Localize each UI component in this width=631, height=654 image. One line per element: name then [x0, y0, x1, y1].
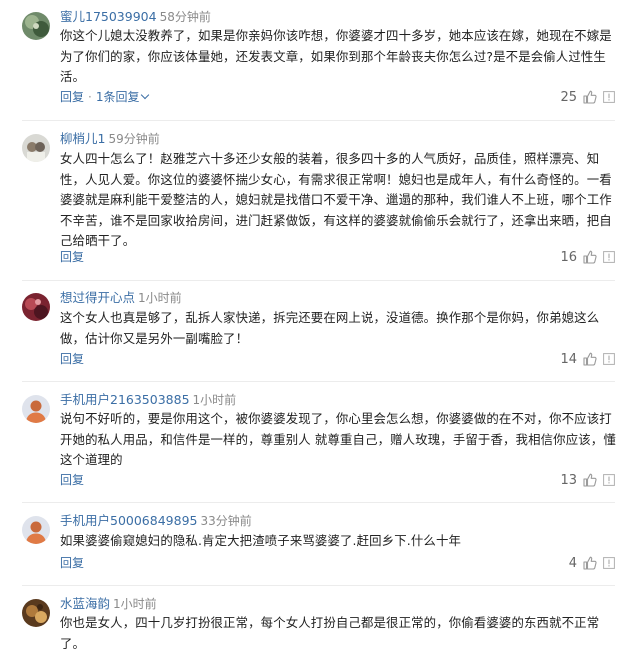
comment-tools: 13	[560, 471, 615, 489]
comment-time: 1小时前	[192, 393, 237, 407]
username-link[interactable]: 想过得开心点	[60, 290, 135, 305]
comment-text: 你也是女人，四十几岁打扮很正常，每个女人打扮自己都是很正常的，你偷看婆婆的东西就…	[60, 615, 600, 651]
divider	[22, 120, 615, 121]
like-count: 25	[560, 89, 577, 105]
comment-text: 你这个儿媳太没教养了，如果是你亲妈你该咋想，你婆婆才四十多岁，她本应该在嫁，她现…	[60, 28, 612, 84]
divider	[22, 280, 615, 281]
report-icon[interactable]	[603, 91, 615, 103]
reply-button[interactable]: 回复	[60, 352, 84, 366]
username-link[interactable]: 水蓝海韵	[60, 596, 110, 611]
comment-time: 33分钟前	[200, 514, 252, 528]
comment-meta: 手机用户2163503885 1小时前	[60, 391, 236, 409]
comment-actions: 回复	[60, 350, 84, 368]
report-icon[interactable]	[603, 474, 615, 486]
user-avatar[interactable]	[22, 599, 50, 627]
username-link[interactable]: 手机用户2163503885	[60, 392, 190, 407]
comment-meta: 蜜儿175039904 58分钟前	[60, 8, 211, 26]
comment-text: 女人四十怎么了！赵雅芝六十多还少女般的装着，很多四十多的人气质好，品质佳，照样漂…	[60, 151, 612, 248]
comment-meta: 水蓝海韵 1小时前	[60, 595, 157, 613]
comment-tools: 25	[560, 88, 615, 106]
comment-time: 1小时前	[113, 597, 157, 611]
comment-actions: 回复	[60, 248, 84, 266]
comment-time: 59分钟前	[108, 132, 160, 146]
comment-tools: 4	[569, 554, 615, 572]
report-icon[interactable]	[603, 251, 615, 263]
comment-actions: 回复 · 1条回复	[60, 88, 150, 106]
like-count: 13	[560, 472, 577, 488]
reply-button[interactable]: 回复	[60, 90, 84, 104]
user-avatar[interactable]	[22, 516, 50, 544]
username-link[interactable]: 手机用户50006849895	[60, 513, 197, 528]
like-count: 14	[560, 351, 577, 367]
comment-actions: 回复	[60, 471, 84, 489]
user-avatar[interactable]	[22, 293, 50, 321]
divider	[22, 502, 615, 503]
chevron-down-icon[interactable]	[141, 90, 150, 100]
username-link[interactable]: 柳梢儿1	[60, 131, 105, 146]
username-link[interactable]: 蜜儿175039904	[60, 9, 157, 24]
user-avatar[interactable]	[22, 395, 50, 423]
user-avatar[interactable]	[22, 12, 50, 40]
like-count: 4	[568, 555, 577, 571]
thumbs-up-icon[interactable]	[583, 556, 597, 570]
like-count: 16	[560, 249, 577, 265]
comment-meta: 想过得开心点 1小时前	[60, 289, 182, 307]
report-icon[interactable]	[603, 353, 615, 365]
reply-button[interactable]: 回复	[60, 556, 84, 570]
thumbs-up-icon[interactable]	[583, 90, 597, 104]
comment-text: 说句不好听的，要是你用这个，被你婆婆发现了，你心里会怎么想，你婆婆做的在不对，你…	[60, 411, 616, 467]
divider	[22, 585, 615, 586]
comment-actions: 回复	[60, 554, 84, 572]
reply-button[interactable]: 回复	[60, 473, 84, 487]
comment-meta: 手机用户50006849895 33分钟前	[60, 512, 252, 530]
report-icon[interactable]	[603, 557, 615, 569]
comment-time: 58分钟前	[159, 10, 211, 24]
comment-tools: 14	[560, 350, 615, 368]
separator-dot: ·	[88, 90, 92, 104]
reply-button[interactable]: 回复	[60, 250, 84, 264]
comment-meta: 柳梢儿1 59分钟前	[60, 130, 160, 148]
thumbs-up-icon[interactable]	[583, 250, 597, 264]
comment-tools: 16	[560, 248, 615, 266]
user-avatar[interactable]	[22, 134, 50, 162]
thumbs-up-icon[interactable]	[583, 473, 597, 487]
comment-time: 1小时前	[138, 291, 182, 305]
comment-text: 这个女人也真是够了，乱拆人家快递，拆完还要在网上说，没道德。换作那个是你妈，你弟…	[60, 310, 600, 346]
divider	[22, 381, 615, 382]
comment-text: 如果婆婆偷窥媳妇的隐私.肯定大把渣喷子来骂婆婆了.赶回乡下.什么十年	[60, 533, 462, 548]
thumbs-up-icon[interactable]	[583, 352, 597, 366]
view-replies-link[interactable]: 1条回复	[96, 90, 140, 104]
